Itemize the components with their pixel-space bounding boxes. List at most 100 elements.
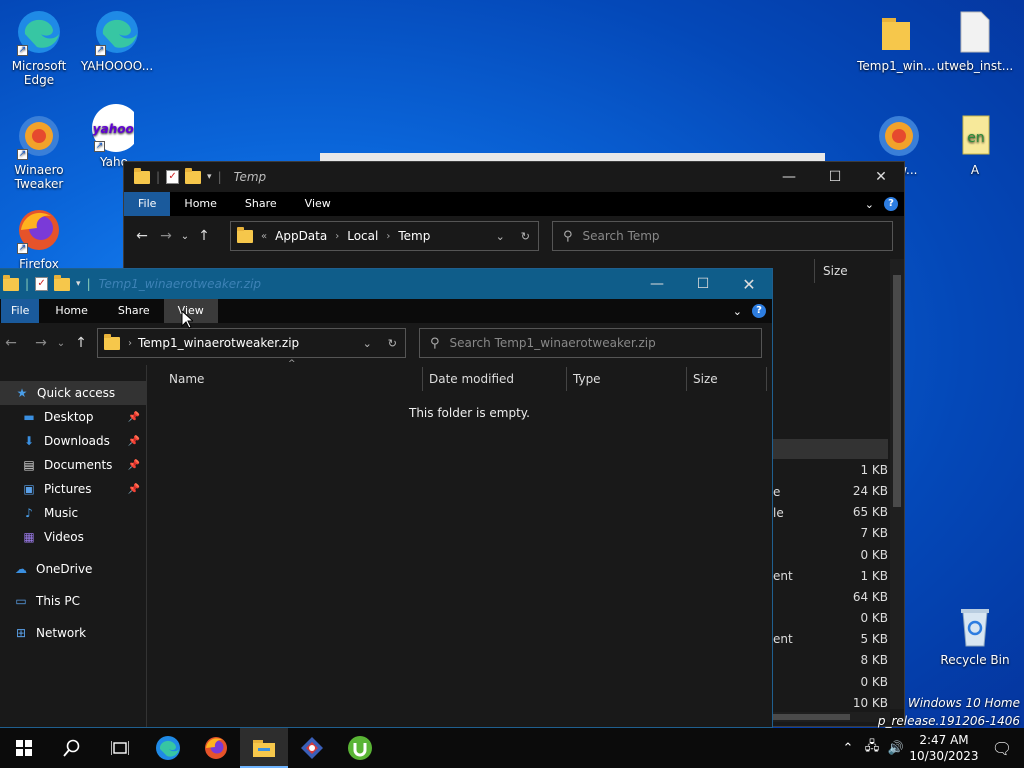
- tab-file[interactable]: File: [1, 299, 40, 323]
- up-arrow-icon[interactable]: ↑: [69, 335, 93, 351]
- expand-ribbon-icon[interactable]: ⌄: [733, 305, 742, 318]
- new-folder-icon[interactable]: [54, 274, 71, 291]
- chevron-down-icon[interactable]: ⌄: [363, 337, 372, 350]
- search-box[interactable]: ⚲ Search Temp1_winaerotweaker.zip: [419, 328, 762, 358]
- breadcrumb-local[interactable]: Local: [347, 229, 378, 243]
- network-icon[interactable]: 🖧: [860, 737, 884, 759]
- minimize-icon[interactable]: —: [634, 269, 680, 299]
- breadcrumb-temp[interactable]: Temp: [398, 229, 430, 243]
- chevron-down-icon[interactable]: ⌄: [496, 230, 505, 243]
- type-column-fragments: e le ent ent: [773, 485, 793, 646]
- back-arrow-icon[interactable]: ←: [0, 335, 23, 351]
- column-date-modified[interactable]: Date modified: [423, 367, 567, 391]
- back-arrow-icon[interactable]: ←: [130, 228, 154, 244]
- horizontal-scrollbar[interactable]: [770, 712, 890, 722]
- close-icon[interactable]: ✕: [726, 269, 772, 299]
- search-box[interactable]: ⚲ Search Temp: [552, 221, 893, 251]
- minimize-icon[interactable]: —: [766, 162, 812, 192]
- task-view-button[interactable]: [96, 728, 144, 768]
- new-folder-icon[interactable]: [185, 167, 202, 184]
- customize-qat-icon[interactable]: ▾: [207, 172, 212, 182]
- edge-icon: [156, 736, 180, 760]
- column-name[interactable]: Name: [163, 367, 423, 391]
- notifications-icon[interactable]: 🗨: [980, 739, 1024, 758]
- tab-view[interactable]: View: [291, 192, 345, 216]
- svg-text:en: en: [967, 130, 985, 146]
- taskbar-file-explorer[interactable]: [240, 728, 288, 768]
- breadcrumb-zip[interactable]: Temp1_winaerotweaker.zip: [138, 336, 299, 350]
- desktop-icon-yahoo[interactable]: yahoo!↗ Yaho: [78, 104, 134, 169]
- desktop-icon-winaero[interactable]: ↗ Winaero Tweaker: [0, 112, 78, 191]
- volume-icon[interactable]: 🔊: [884, 741, 908, 756]
- tab-home[interactable]: Home: [39, 299, 103, 323]
- search-placeholder: Search Temp: [582, 229, 660, 243]
- nav-music[interactable]: ♪ Music: [0, 501, 146, 525]
- forward-arrow-icon[interactable]: →: [29, 335, 53, 351]
- address-bar[interactable]: « AppData › Local › Temp ⌄ ↻: [230, 221, 539, 251]
- nav-documents[interactable]: ▤ Documents 📌: [0, 453, 146, 477]
- desktop-icon-a[interactable]: en A: [936, 112, 1014, 177]
- start-button[interactable]: [0, 728, 48, 768]
- nav-quick-access[interactable]: ★ Quick access: [0, 381, 146, 405]
- close-icon[interactable]: ✕: [858, 162, 904, 192]
- nav-videos[interactable]: ▦ Videos: [0, 525, 146, 549]
- nav-pictures[interactable]: ▣ Pictures 📌: [0, 477, 146, 501]
- tab-file[interactable]: File: [124, 192, 171, 216]
- taskbar-edge[interactable]: [144, 728, 192, 768]
- taskbar-firefox[interactable]: [192, 728, 240, 768]
- column-size[interactable]: Size: [814, 259, 848, 283]
- nav-downloads[interactable]: ⬇ Downloads 📌: [0, 429, 146, 453]
- desktop-icon-utweb[interactable]: utweb_inst...: [936, 8, 1014, 73]
- refresh-icon[interactable]: ↻: [388, 337, 397, 350]
- column-size[interactable]: Size: [687, 367, 767, 391]
- clock[interactable]: 2:47 AM 10/30/2023: [908, 732, 980, 764]
- address-bar[interactable]: › Temp1_winaerotweaker.zip ⌄ ↻: [97, 328, 406, 358]
- breadcrumb-appdata[interactable]: AppData: [275, 229, 327, 243]
- desktop-icon-recycle-bin[interactable]: Recycle Bin: [936, 602, 1014, 667]
- search-icon: ⚲: [563, 228, 573, 244]
- recent-locations-icon[interactable]: ⌄: [53, 338, 69, 349]
- winaero-icon: [875, 112, 923, 160]
- desktop-icon-yahoooo[interactable]: ↗ YAHOOOO...: [78, 8, 156, 73]
- help-icon[interactable]: ?: [884, 197, 898, 211]
- vertical-scrollbar[interactable]: [890, 259, 904, 709]
- maximize-icon[interactable]: ☐: [680, 269, 726, 299]
- tab-share[interactable]: Share: [104, 299, 164, 323]
- nav-network[interactable]: ⊞ Network: [0, 621, 146, 645]
- tab-share[interactable]: Share: [231, 192, 291, 216]
- expand-ribbon-icon[interactable]: ⌄: [865, 198, 874, 211]
- music-icon: ♪: [25, 506, 33, 520]
- pin-icon[interactable]: 📌: [128, 412, 140, 423]
- customize-qat-icon[interactable]: ▾: [76, 279, 81, 289]
- taskbar-utorrent[interactable]: [336, 728, 384, 768]
- title-bar[interactable]: | ✓ ▾ | Temp — ☐ ✕: [124, 162, 904, 192]
- desktop-icon-edge[interactable]: ↗ Microsoft Edge: [0, 8, 78, 87]
- taskbar-winaero[interactable]: [288, 728, 336, 768]
- pin-icon[interactable]: 📌: [128, 484, 140, 495]
- help-icon[interactable]: ?: [752, 304, 766, 318]
- properties-icon[interactable]: ✓: [166, 170, 180, 184]
- show-hidden-icons-icon[interactable]: ⌃: [836, 741, 860, 756]
- explorer-window-zip[interactable]: | ✓ ▾ | Temp1_winaerotweaker.zip — ☐ ✕ F…: [0, 268, 773, 728]
- tab-home[interactable]: Home: [170, 192, 230, 216]
- maximize-icon[interactable]: ☐: [812, 162, 858, 192]
- up-arrow-icon[interactable]: ↑: [192, 228, 216, 244]
- mouse-cursor-icon: [181, 309, 195, 332]
- recent-locations-icon[interactable]: ⌄: [178, 231, 192, 242]
- refresh-icon[interactable]: ↻: [521, 230, 530, 243]
- pin-icon[interactable]: 📌: [128, 436, 140, 447]
- scroll-thumb[interactable]: [770, 714, 850, 720]
- nav-desktop[interactable]: ▬ Desktop 📌: [0, 405, 146, 429]
- nav-onedrive[interactable]: ☁ OneDrive: [0, 557, 146, 581]
- desktop-icon-firefox[interactable]: ↗ Firefox: [0, 206, 78, 271]
- scroll-thumb[interactable]: [893, 275, 901, 507]
- column-type[interactable]: Type: [567, 367, 687, 391]
- forward-arrow-icon[interactable]: →: [154, 228, 178, 244]
- nav-this-pc[interactable]: ▭ This PC: [0, 589, 146, 613]
- overflow-icon[interactable]: «: [261, 231, 267, 242]
- title-bar[interactable]: | ✓ ▾ | Temp1_winaerotweaker.zip — ☐ ✕: [0, 269, 772, 299]
- pin-icon[interactable]: 📌: [128, 460, 140, 471]
- search-button[interactable]: [48, 728, 96, 768]
- desktop-icon-temp1[interactable]: Temp1_win...: [857, 8, 935, 73]
- properties-icon[interactable]: ✓: [35, 277, 49, 291]
